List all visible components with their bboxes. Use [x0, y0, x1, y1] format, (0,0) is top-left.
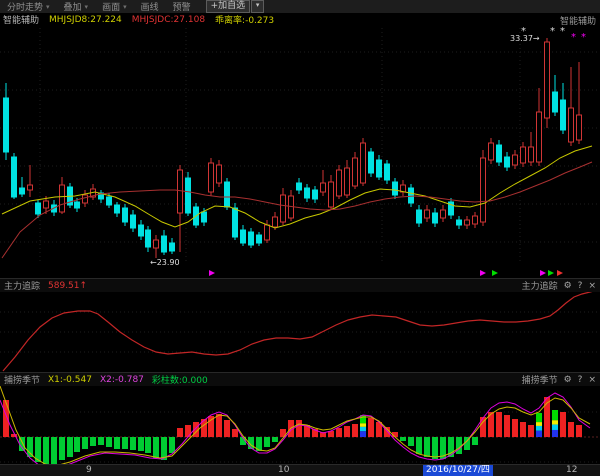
add-watchlist-button[interactable]: +加自选 — [206, 0, 251, 13]
low-price-label: ←23.90 — [150, 258, 180, 267]
panel3-value-x2: X2:-0.787 — [100, 375, 144, 385]
menu-screen-label: 画面 — [102, 0, 120, 13]
panel2-header: 主力追踪 589.51↑ 主力追踪 ⚙ ? × — [0, 278, 600, 292]
axis-tick: 9 — [86, 465, 92, 476]
indicator-value-3: 乖离率:-0.273 — [215, 13, 274, 26]
chevron-down-icon: ▾ — [123, 3, 127, 11]
trading-app-window: 分时走势 ▾ 叠加 ▾ 画面 ▾ 画线 预警 +加自选 ▾ 智能辅助 MHJSJ… — [0, 0, 600, 476]
svg-text:*: * — [550, 26, 555, 37]
menu-drawline-label: 画线 — [141, 0, 159, 13]
panel3-title-right: 捕捞季节 — [522, 373, 558, 386]
gear-icon[interactable]: ⚙ — [564, 281, 572, 291]
menu-alert-label: 预警 — [173, 0, 191, 13]
candlestick-chart-canvas[interactable]: *****33.37→←23.90 — [0, 26, 600, 278]
main-force-tracking-canvas[interactable] — [0, 292, 600, 372]
panel3-title: 捕捞季节 — [4, 373, 40, 386]
high-price-label: 33.37→ — [510, 34, 540, 43]
menu-overlay[interactable]: 叠加 ▾ — [57, 0, 96, 13]
add-watchlist-dropdown[interactable]: ▾ — [251, 0, 264, 13]
menu-alert[interactable]: 预警 — [166, 0, 198, 13]
svg-text:*: * — [581, 32, 586, 43]
date-axis[interactable]: 9 10 12 2016/10/27/四 — [0, 464, 600, 476]
menu-drawline[interactable]: 画线 — [134, 0, 166, 13]
indicator-title: 智能辅助 — [3, 13, 39, 26]
panel3-value-x1: X1:-0.547 — [48, 375, 92, 385]
svg-text:*: * — [571, 32, 576, 43]
indicator-info-bar: 智能辅助 MHJSJD8:27.224 MHJSJDC:27.108 乖离率:-… — [0, 13, 600, 26]
menu-timeline-label: 分时走势 — [7, 0, 43, 13]
panel2-value: 589.51↑ — [48, 281, 87, 291]
current-date-badge[interactable]: 2016/10/27/四 — [423, 465, 493, 476]
panel3-value-bars: 彩柱数:0.000 — [152, 373, 208, 386]
menu-overlay-label: 叠加 — [64, 0, 82, 13]
indicator-value-2: MHJSJDC:27.108 — [132, 15, 205, 25]
gear-icon[interactable]: ⚙ — [564, 375, 572, 385]
panel3-header: 捕捞季节 X1:-0.547 X2:-0.787 彩柱数:0.000 捕捞季节 … — [0, 372, 600, 386]
help-icon[interactable]: ? — [578, 281, 583, 291]
close-icon[interactable]: × — [588, 375, 596, 385]
help-icon[interactable]: ? — [578, 375, 583, 385]
panel2-title-right: 主力追踪 — [522, 279, 558, 292]
axis-tick: 12 — [566, 465, 577, 476]
close-icon[interactable]: × — [588, 281, 596, 291]
top-toolbar: 分时走势 ▾ 叠加 ▾ 画面 ▾ 画线 预警 +加自选 ▾ — [0, 0, 600, 13]
fishing-season-canvas[interactable] — [0, 386, 600, 464]
svg-text:*: * — [560, 26, 565, 37]
chevron-down-icon: ▾ — [46, 3, 50, 11]
panel2-title: 主力追踪 — [4, 279, 40, 292]
menu-screen[interactable]: 画面 ▾ — [95, 0, 134, 13]
axis-tick: 10 — [278, 465, 289, 476]
indicator-value-1: MHJSJD8:27.224 — [49, 15, 122, 25]
chevron-down-icon: ▾ — [85, 3, 89, 11]
menu-timeline[interactable]: 分时走势 ▾ — [0, 0, 57, 13]
